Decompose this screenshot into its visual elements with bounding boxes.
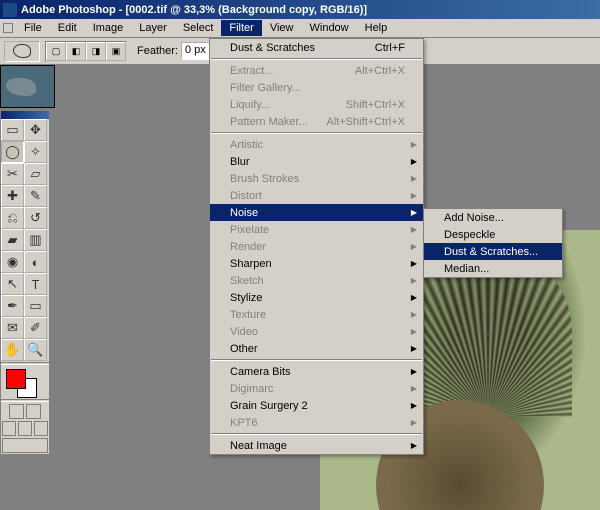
submenu-item-dust-scratches-[interactable]: Dust & Scratches... [424, 243, 562, 260]
healing-tool[interactable]: ✚ [1, 185, 24, 207]
eraser-tool[interactable]: ▰ [1, 229, 24, 251]
pen-tool[interactable]: ✒ [1, 295, 24, 317]
filter-dropdown: Dust & ScratchesCtrl+F Extract...Alt+Ctrl… [209, 38, 424, 455]
menu-item-liquify-: Liquify...Shift+Ctrl+X [210, 96, 423, 113]
menu-window[interactable]: Window [302, 20, 357, 36]
crop-tool[interactable]: ✂ [1, 163, 24, 185]
noise-submenu: Add Noise...DespeckleDust & Scratches...… [423, 208, 563, 278]
menu-item-neat-image[interactable]: Neat Image▶ [210, 437, 423, 454]
app-icon [3, 3, 17, 17]
document-thumbnail[interactable] [0, 65, 55, 108]
menu-item-grain-surgery-2[interactable]: Grain Surgery 2▶ [210, 397, 423, 414]
quickmask-mode[interactable] [26, 404, 41, 419]
menu-item-artistic: Artistic▶ [210, 136, 423, 153]
menu-item-brush-strokes: Brush Strokes▶ [210, 170, 423, 187]
menu-item-noise[interactable]: Noise▶ [210, 204, 423, 221]
doc-corner-icon[interactable] [3, 23, 13, 33]
menu-item-render: Render▶ [210, 238, 423, 255]
menu-item-texture: Texture▶ [210, 306, 423, 323]
screen-full[interactable] [34, 421, 48, 436]
feather-label: Feather: [137, 45, 178, 57]
selection-subtract[interactable]: ◨ [86, 42, 106, 61]
notes-tool[interactable]: ✉ [1, 317, 24, 339]
submenu-item-despeckle[interactable]: Despeckle [424, 226, 562, 243]
submenu-item-median-[interactable]: Median... [424, 260, 562, 277]
menu-layer[interactable]: Layer [131, 20, 175, 36]
marquee-tool[interactable]: ▭ [1, 119, 24, 141]
menu-edit[interactable]: Edit [50, 20, 85, 36]
menu-image[interactable]: Image [85, 20, 132, 36]
eyedropper-tool[interactable]: ✐ [24, 317, 47, 339]
to-imageready[interactable] [2, 438, 48, 453]
submenu-item-add-noise-[interactable]: Add Noise... [424, 209, 562, 226]
brush-tool[interactable]: ✎ [24, 185, 47, 207]
menu-item-dust-scratches[interactable]: Dust & ScratchesCtrl+F [210, 39, 423, 56]
titlebar: Adobe Photoshop - [0002.tif @ 33,3% (Bac… [0, 0, 600, 19]
menu-item-stylize[interactable]: Stylize▶ [210, 289, 423, 306]
menu-item-other[interactable]: Other▶ [210, 340, 423, 357]
menu-item-filter-gallery-: Filter Gallery... [210, 79, 423, 96]
selection-mode-group: ▢ ◧ ◨ ▣ [45, 41, 127, 62]
menu-item-camera-bits[interactable]: Camera Bits▶ [210, 363, 423, 380]
menu-item-digimarc: Digimarc▶ [210, 380, 423, 397]
selection-add[interactable]: ◧ [66, 42, 86, 61]
menu-item-extract-: Extract...Alt+Ctrl+X [210, 62, 423, 79]
screen-full-menu[interactable] [18, 421, 32, 436]
color-swatches [1, 366, 49, 398]
path-tool[interactable]: ↖ [1, 273, 24, 295]
menu-item-kpt6: KPT6▶ [210, 414, 423, 431]
lasso-tool[interactable]: ◯ [1, 141, 24, 163]
hand-tool[interactable]: ✋ [1, 339, 24, 361]
dodge-tool[interactable]: ◐ [24, 251, 47, 273]
selection-intersect[interactable]: ▣ [106, 42, 126, 61]
slice-tool[interactable]: ▱ [24, 163, 47, 185]
blur-tool[interactable]: ◉ [1, 251, 24, 273]
menu-item-pixelate: Pixelate▶ [210, 221, 423, 238]
gradient-tool[interactable]: ▥ [24, 229, 47, 251]
menu-help[interactable]: Help [357, 20, 396, 36]
selection-new[interactable]: ▢ [46, 42, 66, 61]
standard-mode[interactable] [9, 404, 24, 419]
history-brush-tool[interactable]: ↺ [24, 207, 47, 229]
toolbox: ▭✥ ◯✧ ✂▱ ✚✎ ⎌↺ ▰▥ ◉◐ ↖T ✒▭ ✉✐ ✋🔍 [0, 110, 50, 455]
menu-file[interactable]: File [16, 20, 50, 36]
window-title: Adobe Photoshop - [0002.tif @ 33,3% (Bac… [21, 4, 367, 16]
toolbox-titlebar[interactable] [1, 111, 49, 119]
menu-item-sketch: Sketch▶ [210, 272, 423, 289]
current-tool-preview[interactable] [4, 41, 40, 62]
move-tool[interactable]: ✥ [24, 119, 47, 141]
wand-tool[interactable]: ✧ [24, 141, 47, 163]
menu-view[interactable]: View [262, 20, 302, 36]
zoom-tool[interactable]: 🔍 [24, 339, 47, 361]
menu-select[interactable]: Select [175, 20, 222, 36]
type-tool[interactable]: T [24, 273, 47, 295]
menu-filter[interactable]: Filter [221, 20, 261, 36]
menu-item-blur[interactable]: Blur▶ [210, 153, 423, 170]
shape-tool[interactable]: ▭ [24, 295, 47, 317]
menu-item-distort: Distort▶ [210, 187, 423, 204]
menu-item-video: Video▶ [210, 323, 423, 340]
menu-item-pattern-maker-: Pattern Maker...Alt+Shift+Ctrl+X [210, 113, 423, 130]
lasso-icon [13, 44, 31, 58]
screen-standard[interactable] [2, 421, 16, 436]
foreground-color[interactable] [6, 369, 26, 389]
stamp-tool[interactable]: ⎌ [1, 207, 24, 229]
menubar: File Edit Image Layer Select Filter View… [0, 19, 600, 38]
menu-item-sharpen[interactable]: Sharpen▶ [210, 255, 423, 272]
